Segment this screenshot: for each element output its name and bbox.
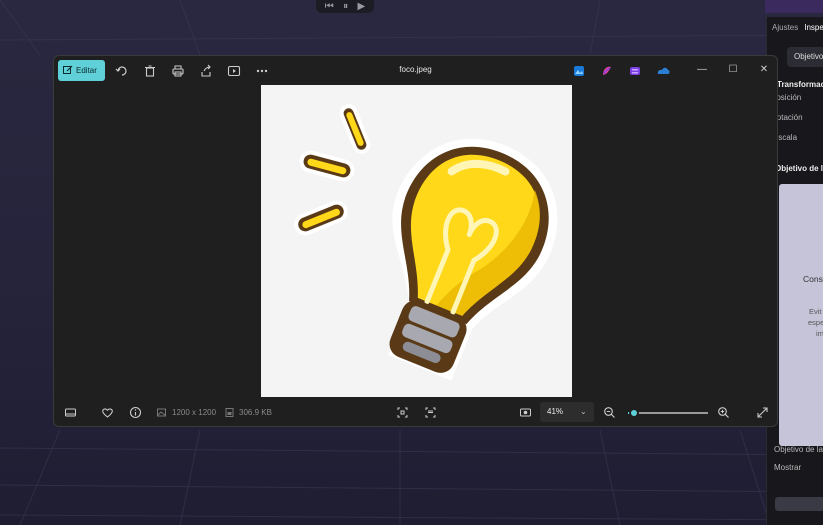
photos-app-icon[interactable] bbox=[572, 64, 586, 78]
viewer-toolbar: Editar foco.jpeg — ☐ ✕ bbox=[54, 56, 777, 86]
visual-search-icon[interactable] bbox=[424, 406, 437, 419]
fullscreen-icon[interactable] bbox=[756, 406, 769, 419]
light-rays bbox=[294, 104, 371, 236]
objective-footer-label: Objetivo de la bbox=[774, 445, 823, 454]
show-label[interactable]: Mostrar bbox=[774, 463, 801, 472]
onedrive-icon[interactable] bbox=[656, 64, 670, 78]
image-dimensions: 1200 x 1200 bbox=[172, 408, 217, 417]
zoom-in-icon[interactable] bbox=[717, 406, 730, 419]
viewer-statusbar: 1200 x 1200 306.9 KB 41% ⌄ bbox=[54, 397, 777, 426]
lightbulb-image bbox=[294, 104, 558, 381]
designer-icon[interactable] bbox=[600, 64, 614, 78]
objective-heading: Objetivo de la bbox=[775, 164, 823, 173]
filmstrip-icon[interactable] bbox=[64, 406, 77, 419]
image-canvas[interactable] bbox=[261, 85, 572, 397]
bulb bbox=[388, 138, 558, 381]
objective-chip[interactable]: Objetivo bbox=[787, 47, 823, 67]
dimensions-icon bbox=[155, 406, 168, 419]
play-icon[interactable]: ▶ bbox=[358, 1, 366, 13]
minimize-button[interactable]: — bbox=[695, 63, 709, 77]
card-line-3: im bbox=[816, 329, 823, 338]
file-size-icon bbox=[223, 406, 236, 419]
previous-icon[interactable]: ⏮ bbox=[325, 1, 334, 13]
file-size: 306.9 KB bbox=[239, 408, 272, 417]
zoom-slider-thumb[interactable] bbox=[629, 408, 640, 418]
close-button[interactable]: ✕ bbox=[757, 63, 771, 77]
info-icon[interactable] bbox=[129, 406, 142, 419]
zoom-slider[interactable] bbox=[628, 408, 708, 418]
tab-ajustes[interactable]: Ajustes bbox=[772, 23, 798, 32]
tab-inspector[interactable]: Inspe bbox=[804, 23, 823, 32]
transform-heading: Transformacio bbox=[777, 80, 823, 89]
maximize-button[interactable]: ☐ bbox=[726, 63, 740, 77]
favorite-heart-icon[interactable] bbox=[101, 406, 114, 419]
inspector-bottom-button[interactable] bbox=[775, 497, 823, 511]
card-line-1: Evit bbox=[809, 307, 822, 316]
zoom-out-icon[interactable] bbox=[603, 406, 616, 419]
zoom-level-dropdown[interactable]: 41% ⌄ bbox=[540, 402, 594, 422]
clipchamp-icon[interactable] bbox=[628, 64, 642, 78]
card-line-2: espe bbox=[808, 318, 823, 327]
zoom-level-value: 41% bbox=[547, 407, 564, 416]
pause-icon[interactable]: ⏸ bbox=[343, 1, 348, 13]
media-controls: ⏮ ⏸ ▶ bbox=[316, 0, 374, 13]
chevron-down-icon: ⌄ bbox=[580, 407, 587, 416]
crop-fit-icon[interactable] bbox=[396, 406, 409, 419]
top-right-strip bbox=[765, 0, 823, 13]
objective-card: Cons Evit espe im bbox=[779, 184, 823, 446]
card-title: Cons bbox=[803, 274, 823, 284]
photo-viewer-window: Editar foco.jpeg — ☐ ✕ 1200 x 1200 306.9… bbox=[53, 55, 778, 427]
actual-size-icon[interactable] bbox=[519, 406, 532, 419]
